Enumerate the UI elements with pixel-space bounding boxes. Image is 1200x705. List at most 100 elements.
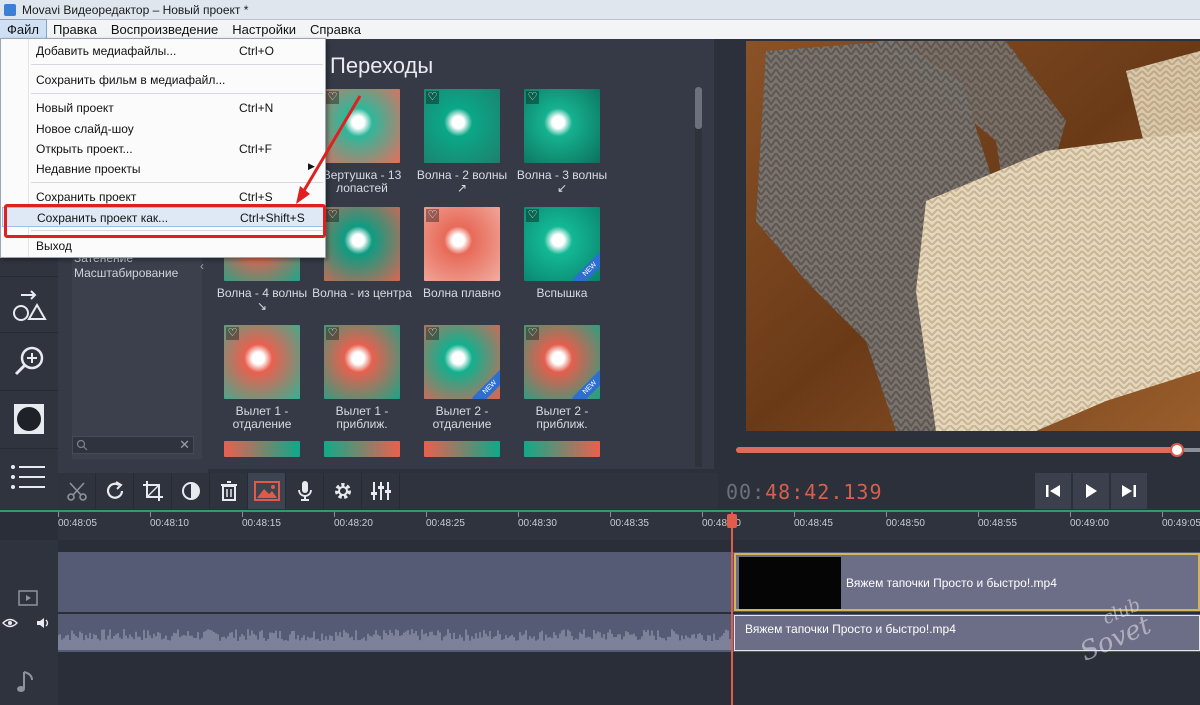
ruler-tick-label: 00:48:20: [334, 518, 373, 529]
menu-separator: [31, 64, 323, 65]
favorite-heart-icon[interactable]: ♡: [426, 327, 439, 340]
menu-item-shortcut: Ctrl+O: [239, 44, 275, 58]
title-bar: Movavi Видеоредактор – Новый проект *: [0, 0, 1200, 20]
audio-clip-name: Вяжем тапочки Просто и быстро!.mp4: [745, 622, 956, 636]
transition-tile[interactable]: ♡: [524, 89, 600, 163]
collapse-panel-icon[interactable]: ‹: [200, 259, 204, 273]
ruler-tick: [1162, 512, 1163, 517]
favorite-heart-icon[interactable]: ♡: [426, 91, 439, 104]
window-title: Movavi Видеоредактор – Новый проект *: [22, 2, 249, 17]
favorite-heart-icon[interactable]: ♡: [326, 327, 339, 340]
volume-icon[interactable]: [36, 617, 52, 629]
app-window: Movavi Видеоредактор – Новый проект * Фа…: [0, 0, 1200, 705]
new-badge: NEW: [471, 369, 500, 399]
clear-search-icon[interactable]: ✕: [179, 437, 190, 453]
seek-bar[interactable]: [736, 447, 1180, 453]
next-frame-button[interactable]: [1111, 473, 1147, 509]
transition-tile-partial[interactable]: [224, 441, 300, 457]
menu-item-label: Сохранить проект: [36, 190, 137, 204]
seek-bar-remaining[interactable]: [1184, 448, 1200, 452]
category-item-scaling[interactable]: Масштабирование: [72, 266, 178, 280]
menu-edit[interactable]: Правка: [46, 20, 104, 39]
menu-item-label: Новый проект: [36, 101, 114, 115]
seek-handle[interactable]: [1170, 443, 1184, 457]
playhead-line[interactable]: [731, 512, 733, 705]
equalizer-button[interactable]: [362, 473, 400, 509]
ruler-tick: [978, 512, 979, 517]
transition-tile[interactable]: ♡: [324, 325, 400, 399]
menu-item-add-media[interactable]: Добавить медиафайлы... Ctrl+O: [2, 41, 324, 61]
transition-tile-partial[interactable]: [524, 441, 600, 457]
search-icon: [76, 439, 88, 451]
ruler-tick: [518, 512, 519, 517]
menu-item-label: Недавние проекты: [36, 162, 141, 176]
ruler-tick-label: 00:48:05: [58, 518, 97, 529]
timeline: 00:48:05 00:48:10 00:48:15 00:48:20 00:48:25…: [0, 510, 1200, 705]
menu-playback[interactable]: Воспроизведение: [104, 20, 225, 39]
visibility-eye-icon[interactable]: [2, 618, 18, 628]
ruler-tick-label: 00:48:25: [426, 518, 465, 529]
ruler-tick-label: 00:49:05: [1162, 518, 1200, 529]
ruler-tick-label: 00:48:10: [150, 518, 189, 529]
transition-tile-partial[interactable]: [424, 441, 500, 457]
previous-frame-button[interactable]: [1035, 473, 1071, 509]
ruler-tick-label: 00:48:15: [242, 518, 281, 529]
menu-item-label: Открыть проект...: [36, 142, 133, 156]
transition-caption: Вспышка: [536, 286, 588, 300]
transitions-tool-button[interactable]: [0, 276, 58, 332]
menu-help[interactable]: Справка: [303, 20, 368, 39]
transition-tile[interactable]: ♡ NEW: [424, 325, 500, 399]
rotate-button[interactable]: [96, 473, 134, 509]
transitions-scrollbar[interactable]: [695, 87, 702, 467]
transition-tile[interactable]: ♡: [324, 207, 400, 281]
transition-tile[interactable]: ♡ NEW: [524, 207, 600, 281]
playhead-handle[interactable]: [727, 514, 737, 528]
color-adjust-button[interactable]: [172, 473, 210, 509]
transition-tile[interactable]: ♡: [424, 89, 500, 163]
new-badge: NEW: [571, 251, 600, 281]
timecode-display: 00:48:42.139: [726, 480, 883, 504]
favorite-heart-icon[interactable]: ♡: [526, 91, 539, 104]
transition-caption: Вылет 2 - отдаление: [432, 404, 492, 431]
app-logo-icon: [4, 3, 16, 16]
ruler-tick-label: 00:48:30: [518, 518, 557, 529]
music-track[interactable]: [58, 654, 1200, 705]
menu-item-save-movie[interactable]: Сохранить фильм в медиафайл...: [2, 70, 324, 90]
transition-tile[interactable]: ♡ NEW: [524, 325, 600, 399]
transition-caption: Волна - 3 волны ↙: [516, 168, 608, 195]
vignette-icon: [14, 403, 44, 434]
crop-icon: [142, 481, 163, 501]
menu-item-label: Новое слайд-шоу: [36, 122, 134, 136]
settings-button[interactable]: [324, 473, 362, 509]
video-track-icon: [18, 590, 38, 606]
favorite-heart-icon[interactable]: ♡: [226, 327, 239, 340]
transition-tile[interactable]: ♡: [424, 207, 500, 281]
crop-button[interactable]: [134, 473, 172, 509]
image-icon: [253, 481, 280, 501]
image-overlay-button[interactable]: [248, 473, 286, 509]
shapes-transition-icon: [13, 289, 47, 321]
menu-item-exit[interactable]: Выход: [2, 236, 324, 256]
vignette-tool-button[interactable]: [0, 390, 58, 446]
cut-button[interactable]: [58, 473, 96, 509]
zoom-tool-button[interactable]: [0, 332, 58, 388]
ruler-tick: [426, 512, 427, 517]
delete-button[interactable]: [210, 473, 248, 509]
favorite-heart-icon[interactable]: ♡: [526, 327, 539, 340]
gear-icon: [334, 483, 351, 499]
category-search-input[interactable]: ✕: [72, 436, 194, 454]
play-icon: [1086, 484, 1097, 498]
transition-tile-partial[interactable]: [324, 441, 400, 457]
voiceover-button[interactable]: [286, 473, 324, 509]
menu-tool-button[interactable]: [0, 448, 58, 504]
favorite-heart-icon[interactable]: ♡: [426, 209, 439, 222]
scrollbar-thumb[interactable]: [695, 87, 702, 129]
transition-tile[interactable]: ♡: [224, 325, 300, 399]
play-button[interactable]: [1073, 473, 1109, 509]
playback-controls: [1035, 473, 1148, 509]
menu-settings[interactable]: Настройки: [225, 20, 303, 39]
menu-file[interactable]: Файл: [0, 19, 47, 40]
timeline-ruler[interactable]: 00:48:05 00:48:10 00:48:15 00:48:20 00:48:25…: [58, 512, 1200, 540]
favorite-heart-icon[interactable]: ♡: [526, 209, 539, 222]
track-headers: [0, 540, 58, 705]
